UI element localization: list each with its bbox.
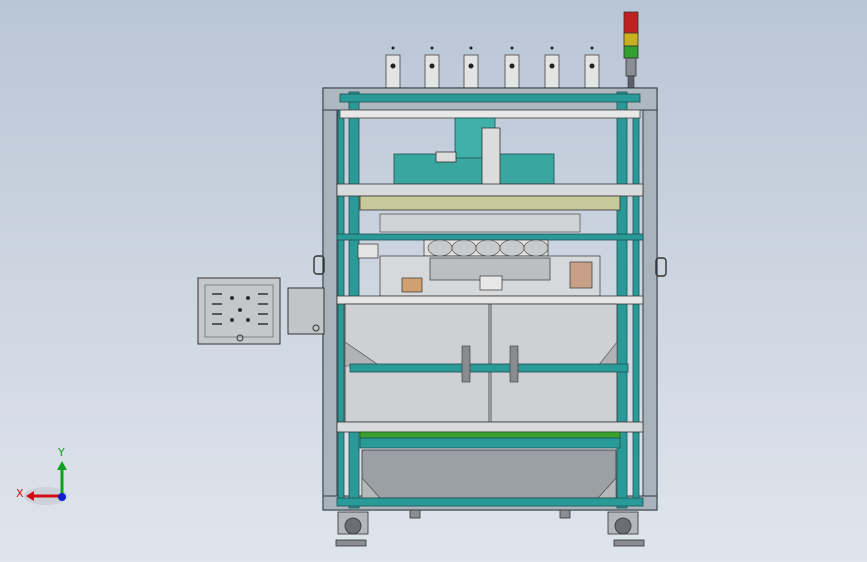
control-panel [197,277,281,345]
upper-gantry [393,117,555,189]
coordinate-triad: X Y [16,446,68,505]
lower-bed [336,421,644,507]
caster-wheels [335,509,645,547]
cad-viewport[interactable]: X Y [0,0,867,562]
top-cross-rail [339,109,641,119]
middle-beams [336,183,644,241]
top-teal-beam [339,93,641,103]
machine-assembly-drawing[interactable]: X Y [0,0,867,562]
cylinder-heads [427,239,549,257]
y-axis-label: Y [57,446,65,459]
x-axis-label: X [16,487,24,500]
aux-box [287,287,325,335]
signal-tower [623,11,639,91]
z-axis-dot [58,493,66,501]
cabinet-panels [336,295,644,423]
